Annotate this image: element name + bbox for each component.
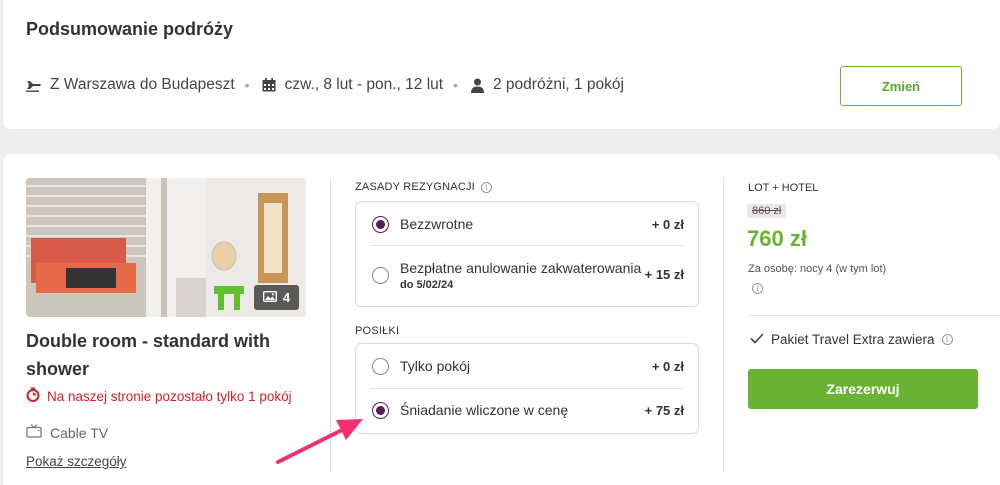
current-price: 760 zł (747, 226, 807, 251)
trip-details-row: Z Warszawa do Budapeszt • czw., 8 lut - … (25, 76, 624, 94)
airplane-icon (25, 76, 43, 94)
timer-alert-icon (26, 387, 40, 405)
radio-unselected[interactable] (372, 267, 389, 284)
column-divider (330, 178, 331, 471)
option-price: + 15 zł (644, 267, 684, 282)
tv-icon (26, 424, 42, 441)
option-deadline: do 5/02/24 (400, 279, 454, 291)
scarcity-alert: Na naszej stronie pozostało tylko 1 pokó… (26, 387, 292, 405)
option-price: + 75 zł (644, 403, 684, 418)
meals-section-label: POSIŁKI (355, 325, 400, 337)
option-label: Śniadanie wliczone w cenę (400, 402, 569, 418)
per-person-note: Za osobę: nocy 4 (w tym lot) (748, 263, 887, 275)
show-details-link[interactable]: Pokaż szczegóły (26, 454, 127, 469)
package-type-label: LOT + HOTEL (748, 182, 819, 194)
meal-options: Tylko pokój + 0 zł Śniadanie wliczone w … (355, 343, 699, 434)
cancellation-options: Bezzwrotne + 0 zł Bezpłatne anulowanie z… (355, 201, 699, 307)
column-divider (723, 178, 724, 471)
meal-option-room-only[interactable]: Tylko pokój + 0 zł (370, 344, 684, 389)
separator-dot: • (453, 77, 458, 93)
cancellation-label-text: ZASADY REZYGNACJI (355, 181, 475, 193)
radio-selected[interactable] (372, 402, 389, 419)
photo-count: 4 (282, 290, 291, 305)
trip-summary-card: Podsumowanie podróży Z Warszawa do Budap… (3, 0, 1000, 129)
calendar-icon (260, 76, 278, 94)
cancellation-option-free[interactable]: Bezpłatne anulowanie zakwaterowania do 5… (370, 246, 684, 306)
travelers-text: 2 podróżni, 1 pokój (493, 76, 624, 93)
room-photo[interactable]: 4 (26, 178, 306, 317)
gallery-icon (262, 290, 277, 305)
radio-selected[interactable] (372, 216, 389, 233)
option-label: Bezzwrotne (400, 216, 474, 232)
meal-option-breakfast[interactable]: Śniadanie wliczone w cenę + 75 zł (370, 389, 684, 433)
price-divider (748, 315, 1000, 316)
amenity-label: Cable TV (50, 424, 109, 441)
cancellation-section-label: ZASADY REZYGNACJI i (355, 181, 492, 193)
price-info-icon[interactable]: i (752, 283, 763, 294)
package-text: Pakiet Travel Extra zawiera (771, 332, 935, 347)
summary-title: Podsumowanie podróży (26, 19, 234, 39)
info-icon[interactable]: i (941, 334, 953, 345)
hotel-offer-card: 4 Double room - standard with shower Na … (3, 154, 1000, 485)
cancellation-option-nonrefundable[interactable]: Bezzwrotne + 0 zł (370, 202, 684, 246)
change-button[interactable]: Zmień (840, 66, 962, 106)
travel-extra-package: Pakiet Travel Extra zawiera i (750, 332, 953, 347)
amenity-item: Cable TV (26, 424, 108, 441)
route-text: Z Warszawa do Budapeszt (50, 76, 235, 93)
old-price: 860 zł (747, 204, 787, 218)
person-icon (468, 76, 486, 94)
book-button[interactable]: Zarezerwuj (748, 369, 978, 409)
option-label: Bezpłatne anulowanie zakwaterowania (400, 260, 642, 276)
checkmark-icon (750, 332, 764, 347)
info-icon[interactable]: i (480, 181, 492, 193)
option-label: Tylko pokój (400, 358, 471, 374)
photo-count-badge[interactable]: 4 (254, 285, 299, 310)
dates-text: czw., 8 lut - pon., 12 lut (284, 76, 444, 93)
radio-unselected[interactable] (372, 358, 389, 375)
separator-dot: • (244, 77, 250, 93)
option-price: + 0 zł (651, 359, 684, 374)
room-title: Double room - standard with shower (26, 331, 271, 379)
scarcity-text: Na naszej stronie pozostało tylko 1 pokó… (47, 388, 292, 404)
option-price: + 0 zł (651, 217, 684, 232)
